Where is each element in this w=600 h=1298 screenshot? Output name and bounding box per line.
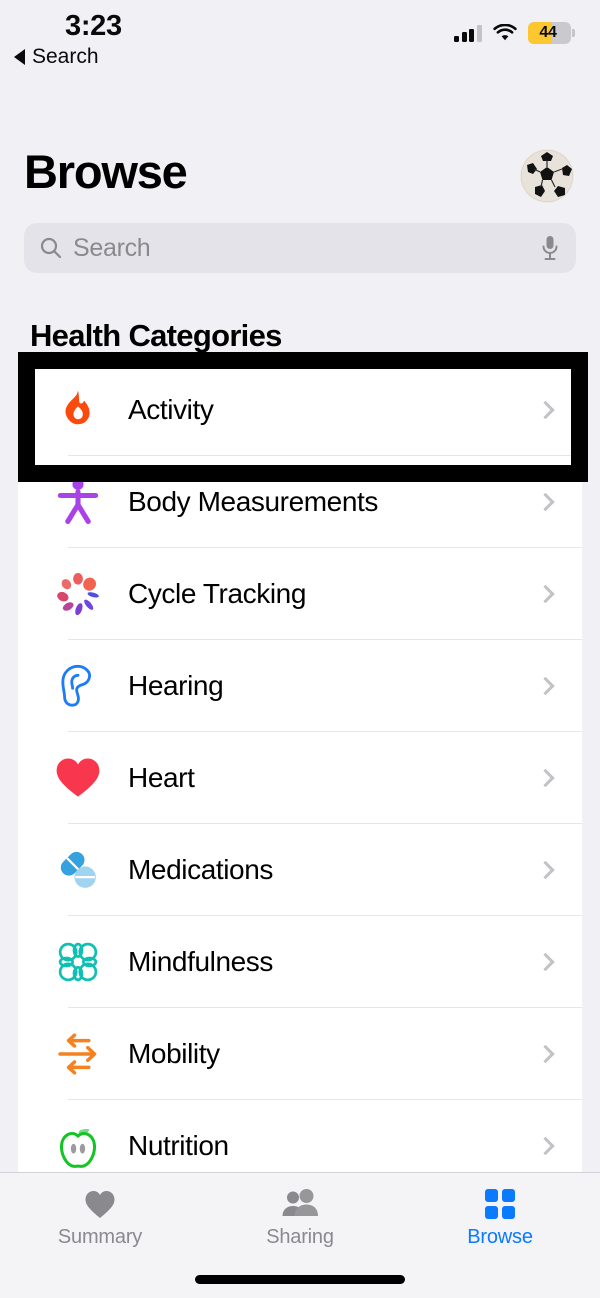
health-categories-list: Activity Body Measurements Cycle Trackin… bbox=[18, 364, 582, 1192]
tab-label: Browse bbox=[467, 1226, 533, 1248]
body-figure-icon bbox=[50, 474, 106, 530]
page-title: Browse bbox=[24, 145, 188, 198]
status-bar-time: 3:23 bbox=[65, 10, 122, 42]
grid-tab-icon bbox=[484, 1187, 516, 1221]
flame-icon bbox=[50, 382, 106, 438]
category-row-mindfulness[interactable]: Mindfulness bbox=[18, 916, 582, 1008]
tab-label: Sharing bbox=[266, 1226, 334, 1248]
pill-capsule-icon bbox=[50, 842, 106, 898]
category-label: Cycle Tracking bbox=[128, 578, 307, 609]
microphone-icon[interactable] bbox=[540, 234, 560, 262]
category-row-medications[interactable]: Medications bbox=[18, 824, 582, 916]
battery-cap-icon bbox=[572, 29, 575, 37]
apple-icon bbox=[50, 1118, 106, 1174]
search-bar[interactable]: Search bbox=[24, 223, 576, 273]
cycle-petals-icon bbox=[50, 566, 106, 622]
mobility-arrows-icon bbox=[50, 1026, 106, 1082]
tab-label: Summary bbox=[57, 1226, 143, 1248]
back-triangle-icon bbox=[14, 49, 25, 65]
chevron-right-icon bbox=[536, 952, 555, 972]
chevron-right-icon bbox=[536, 676, 555, 696]
category-row-heart[interactable]: Heart bbox=[18, 732, 582, 824]
heart-tab-icon bbox=[83, 1187, 117, 1221]
home-indicator bbox=[195, 1275, 405, 1284]
search-input[interactable]: Search bbox=[73, 234, 151, 263]
soccer-ball-avatar[interactable] bbox=[520, 149, 574, 203]
back-to-search-label: Search bbox=[32, 45, 99, 68]
wifi-icon bbox=[492, 23, 517, 42]
category-row-body-measurements[interactable]: Body Measurements bbox=[18, 456, 582, 548]
category-label: Nutrition bbox=[128, 1130, 229, 1161]
chevron-right-icon bbox=[536, 584, 555, 604]
page-header: Browse bbox=[0, 145, 600, 216]
category-label: Heart bbox=[128, 762, 195, 793]
chevron-right-icon bbox=[536, 1136, 555, 1156]
status-bar-indicators: 44 bbox=[454, 22, 575, 44]
chevron-right-icon bbox=[536, 768, 555, 788]
section-title-health-categories: Health Categories bbox=[30, 318, 282, 353]
search-icon bbox=[39, 236, 63, 260]
battery-level-label: 44 bbox=[539, 24, 557, 41]
chevron-right-icon bbox=[536, 400, 555, 420]
chevron-right-icon bbox=[536, 492, 555, 512]
category-row-activity[interactable]: Activity bbox=[18, 364, 582, 456]
category-row-cycle-tracking[interactable]: Cycle Tracking bbox=[18, 548, 582, 640]
category-label: Mindfulness bbox=[128, 946, 274, 977]
heart-icon bbox=[50, 750, 106, 806]
category-row-hearing[interactable]: Hearing bbox=[18, 640, 582, 732]
category-label: Activity bbox=[128, 394, 214, 425]
battery-low-power-icon: 44 bbox=[527, 22, 571, 44]
category-label: Hearing bbox=[128, 670, 224, 701]
category-label: Body Measurements bbox=[128, 486, 378, 517]
category-label: Medications bbox=[128, 854, 274, 885]
ear-icon bbox=[50, 658, 106, 714]
status-bar: 3:23 44 bbox=[0, 0, 600, 48]
tab-browse[interactable]: Browse bbox=[400, 1173, 600, 1298]
category-label: Mobility bbox=[128, 1038, 220, 1069]
cellular-signal-icon bbox=[454, 24, 482, 42]
tab-summary[interactable]: Summary bbox=[0, 1173, 200, 1298]
category-row-mobility[interactable]: Mobility bbox=[18, 1008, 582, 1100]
chevron-right-icon bbox=[536, 860, 555, 880]
chevron-right-icon bbox=[536, 1044, 555, 1064]
people-tab-icon bbox=[280, 1187, 320, 1221]
back-to-search-button[interactable]: Search bbox=[14, 45, 99, 69]
brain-mindfulness-icon bbox=[50, 934, 106, 990]
